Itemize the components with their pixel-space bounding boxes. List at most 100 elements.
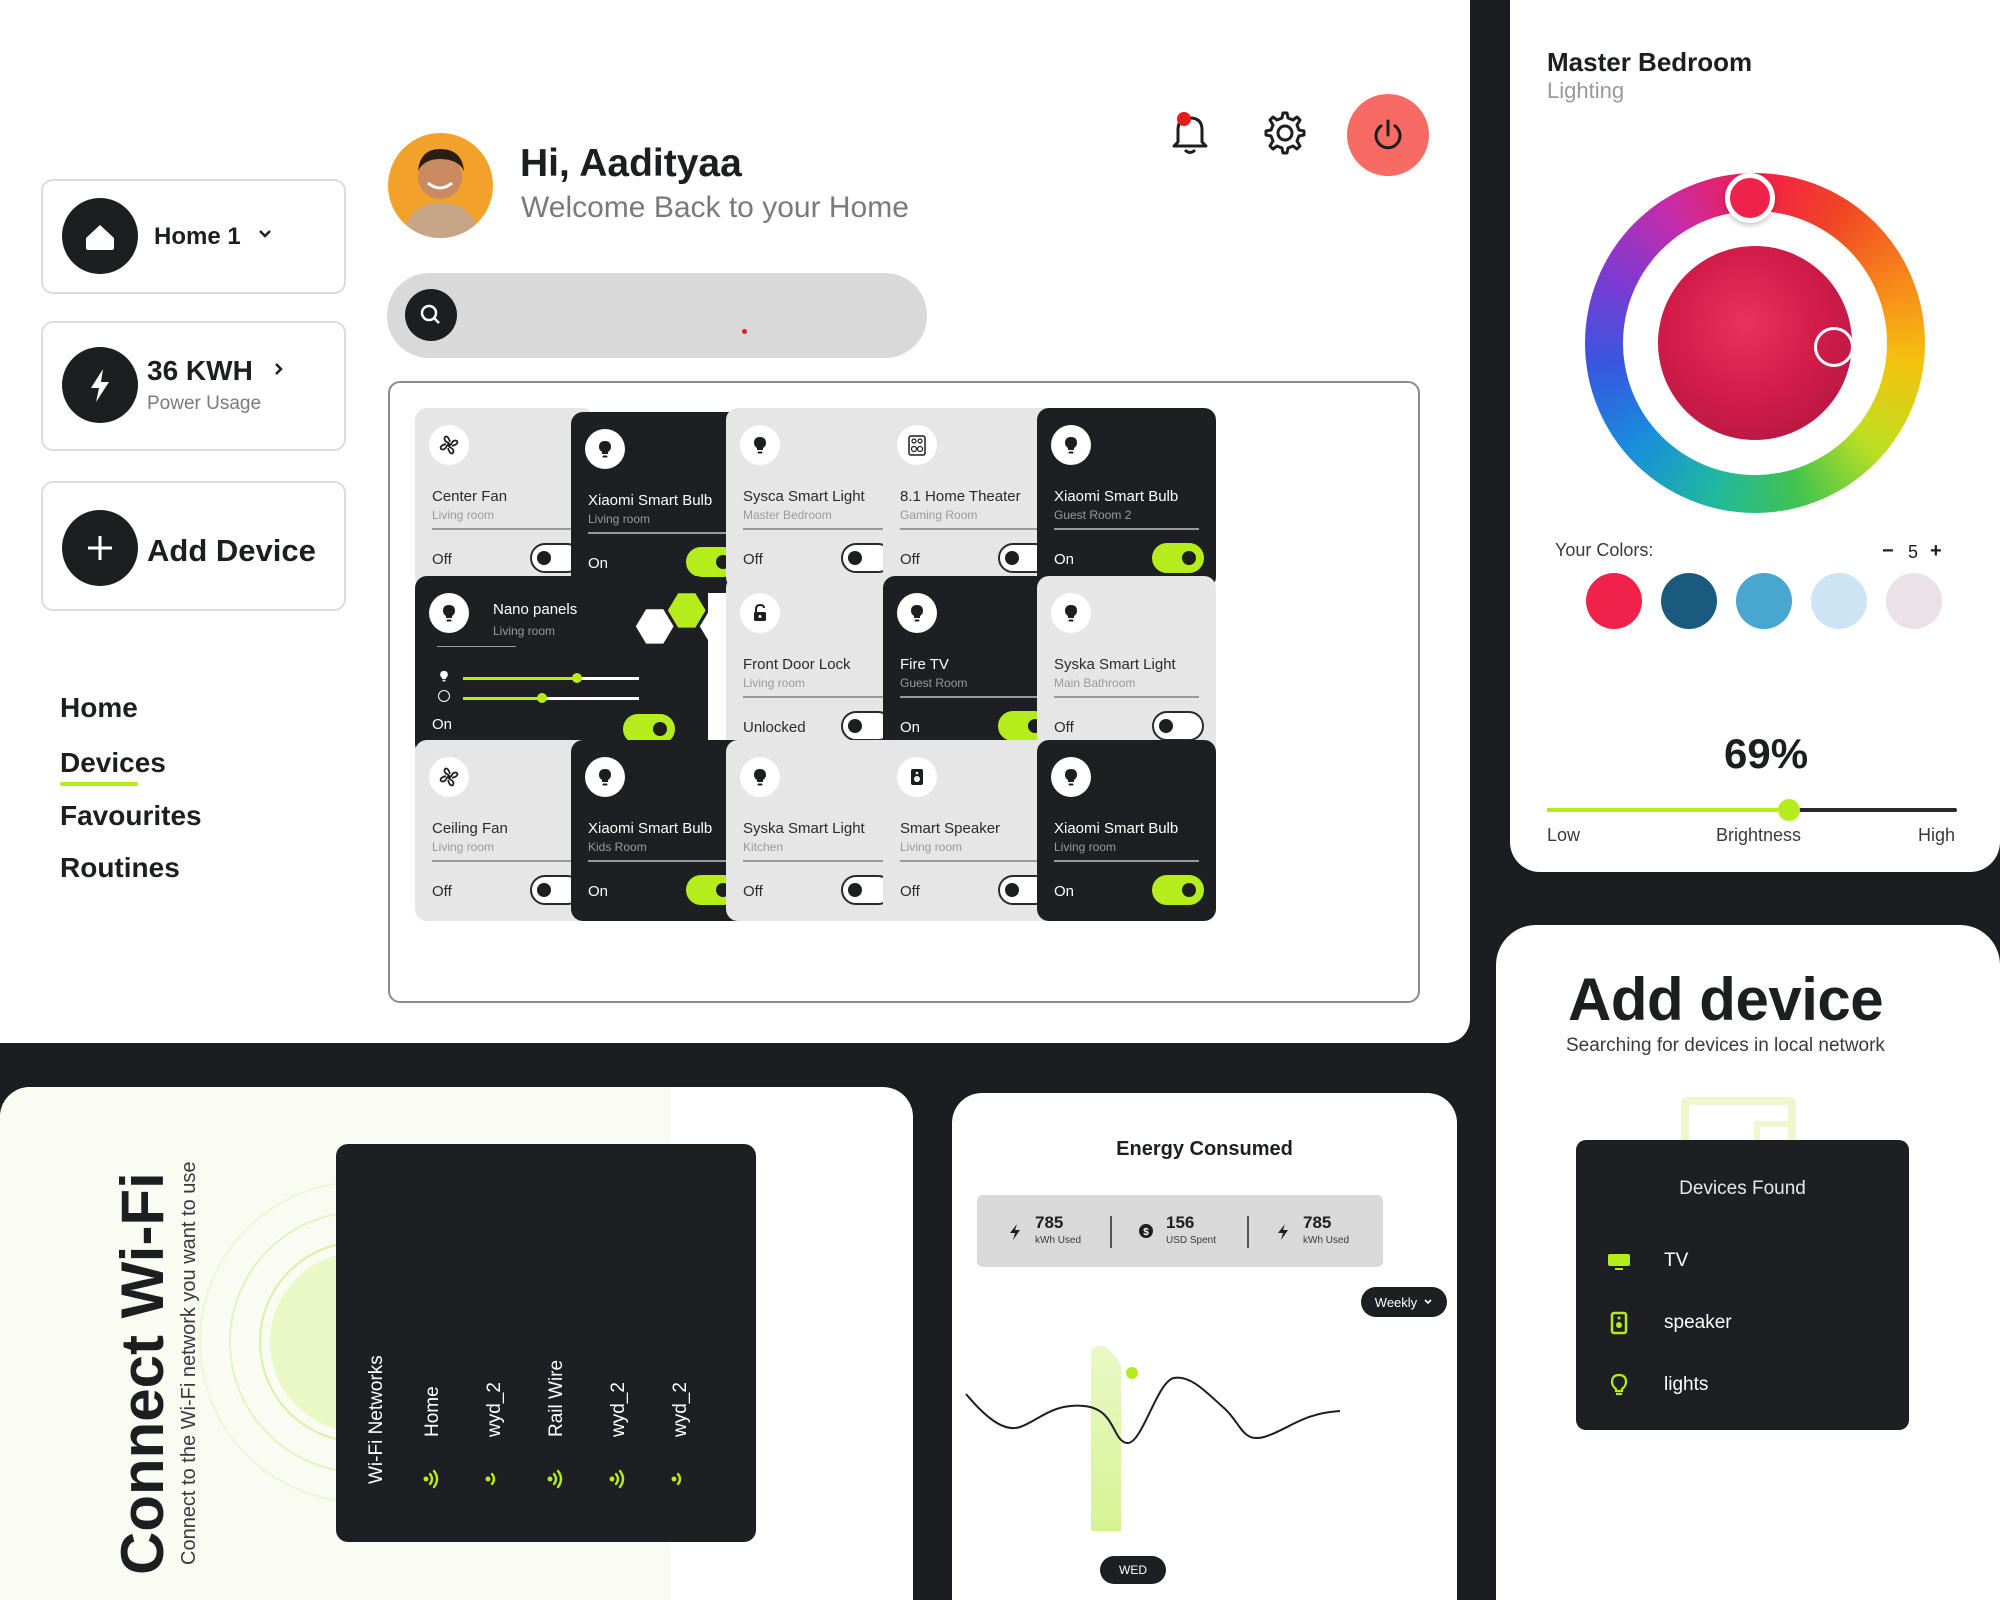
bulb-icon	[740, 425, 780, 465]
hue-handle[interactable]	[1725, 173, 1775, 223]
device-room: Living room	[900, 840, 963, 854]
card-divider	[900, 528, 1045, 530]
device-card[interactable]: Smart Speaker Living room Off	[883, 740, 1062, 921]
device-name: Syska Smart Light	[743, 820, 865, 837]
wifi-network-list: Wi-Fi Networks Home wyd_2 Rail Wire wyd_2 wyd…	[336, 1144, 691, 1542]
color-wheel[interactable]	[1585, 173, 1925, 513]
found-device-lights[interactable]: lights	[1664, 1374, 1708, 1396]
device-card[interactable]: Xiaomi Smart Bulb Living room On	[1037, 740, 1216, 921]
found-device-speaker[interactable]: speaker	[1664, 1312, 1732, 1334]
energy-line	[965, 1376, 1341, 1444]
home-selector-label: Home 1	[154, 223, 241, 250]
nav-home[interactable]: Home	[60, 692, 138, 724]
add-device-subtitle: Searching for devices in local network	[1566, 1035, 1885, 1056]
nav-routines[interactable]: Routines	[60, 852, 180, 884]
device-state: On	[588, 883, 609, 900]
energy-stat-value: 785	[1035, 1213, 1064, 1232]
device-toggle[interactable]	[1152, 875, 1204, 905]
device-state: Off	[1054, 719, 1074, 736]
home-selector[interactable]: Home 1	[41, 179, 346, 294]
device-room: Gaming Room	[900, 508, 978, 522]
brightness-high-label: High	[1918, 825, 1956, 845]
device-state: On	[1054, 551, 1075, 568]
nav-devices[interactable]: Devices	[60, 747, 166, 779]
color-swatch[interactable]	[1811, 573, 1867, 629]
device-name: Front Door Lock	[743, 656, 851, 673]
wifi-network-name[interactable]: Rail Wire	[546, 1360, 568, 1437]
power-button[interactable]	[1347, 94, 1429, 176]
stat-divider	[1247, 1216, 1249, 1248]
saturation-handle[interactable]	[1814, 327, 1854, 367]
color-swatch[interactable]	[1586, 573, 1642, 629]
wifi-network-name[interactable]: wyd_2	[484, 1382, 506, 1437]
color-count-increment[interactable]: +	[1930, 540, 1942, 563]
color-swatch[interactable]	[1661, 573, 1717, 629]
wifi-network-name[interactable]: wyd_2	[670, 1382, 692, 1437]
device-card[interactable]: Ceiling Fan Living room Off	[415, 740, 594, 921]
card-divider	[432, 528, 577, 530]
device-name: Xiaomi Smart Bulb	[1054, 820, 1179, 837]
device-name: Ceiling Fan	[432, 820, 508, 837]
device-state: Off	[432, 551, 452, 568]
device-state: On	[588, 555, 609, 572]
search-bar[interactable]	[387, 273, 927, 358]
period-dropdown[interactable]: Weekly	[1361, 1287, 1447, 1317]
home-icon	[62, 198, 138, 274]
color-swatch[interactable]	[1736, 573, 1792, 629]
energy-stat-label: kWh Used	[1035, 1235, 1082, 1246]
power-usage-card[interactable]: 36 KWH Power Usage	[41, 321, 346, 451]
selected-point[interactable]	[1126, 1367, 1138, 1379]
device-room: Living room	[432, 840, 495, 854]
device-card[interactable]: Sysca Smart Light Master Bedroom Off	[726, 408, 905, 589]
device-card[interactable]: Syska Smart Light Kitchen Off	[726, 740, 905, 921]
device-room: Main Bathroom	[1054, 676, 1136, 690]
avatar[interactable]	[388, 133, 493, 238]
found-device-tv[interactable]: TV	[1664, 1250, 1688, 1272]
device-card[interactable]: Center Fan Living room Off	[415, 408, 594, 589]
add-device-panel: Add device Searching for devices in loca…	[1496, 925, 2000, 1600]
card-divider	[432, 860, 577, 862]
device-name: Sysca Smart Light	[743, 488, 865, 505]
nano-brightness-slider[interactable]	[463, 673, 639, 683]
dollar-icon: $	[1138, 1223, 1154, 1239]
gear-icon[interactable]	[1257, 106, 1309, 158]
bulb-icon	[585, 429, 625, 469]
wifi-network-name[interactable]: Home	[422, 1386, 444, 1437]
device-state: Unlocked	[743, 719, 806, 736]
device-card[interactable]: Xiaomi Smart Bulb Kids Room On	[571, 740, 750, 921]
device-toggle[interactable]	[1152, 711, 1204, 741]
tv-icon	[1606, 1248, 1632, 1274]
card-divider	[743, 528, 888, 530]
device-card[interactable]: Xiaomi Smart Bulb Living room On	[571, 412, 750, 593]
brightness-slider-thumb[interactable]	[1777, 799, 1800, 821]
wifi-panel: Connect Wi-Fi Connect to the Wi-Fi netwo…	[0, 1087, 913, 1600]
device-card[interactable]: Nano panels Living room On	[415, 576, 708, 756]
device-toggle[interactable]	[1152, 543, 1204, 573]
selected-day-chip[interactable]: WED	[1100, 1556, 1166, 1584]
device-card[interactable]: 8.1 Home Theater Gaming Room Off	[883, 408, 1062, 589]
notification-bell-icon[interactable]	[1164, 106, 1216, 158]
add-device-title: Add device	[1568, 966, 1884, 1033]
nano-hue-slider[interactable]	[463, 693, 639, 703]
chevron-down-icon	[257, 225, 273, 241]
search-icon[interactable]	[405, 289, 457, 341]
wifi-signal-icon	[664, 1464, 694, 1494]
theater-icon	[897, 425, 937, 465]
device-state: Off	[743, 883, 763, 900]
device-card[interactable]: Front Door Lock Living room Unlocked	[726, 576, 905, 757]
wifi-network-name[interactable]: wyd_2	[608, 1382, 630, 1437]
device-card[interactable]: Fire TV Guest Room On	[883, 576, 1062, 757]
add-device-button[interactable]: Add Device	[41, 481, 346, 611]
nav-favourites[interactable]: Favourites	[60, 800, 202, 832]
bulb-icon	[1051, 593, 1091, 633]
chevron-down-icon	[1424, 1299, 1432, 1305]
device-state: On	[1054, 883, 1075, 900]
color-count-decrement[interactable]: −	[1882, 540, 1894, 563]
device-room: Guest Room	[900, 676, 968, 690]
search-input[interactable]	[477, 283, 907, 348]
brightness-slider[interactable]	[1547, 799, 1957, 821]
brightness-slider-fill	[1547, 808, 1789, 812]
device-card[interactable]: Xiaomi Smart Bulb Guest Room 2 On	[1037, 408, 1216, 589]
color-swatch[interactable]	[1886, 573, 1942, 629]
device-card[interactable]: Syska Smart Light Main Bathroom Off	[1037, 576, 1216, 757]
